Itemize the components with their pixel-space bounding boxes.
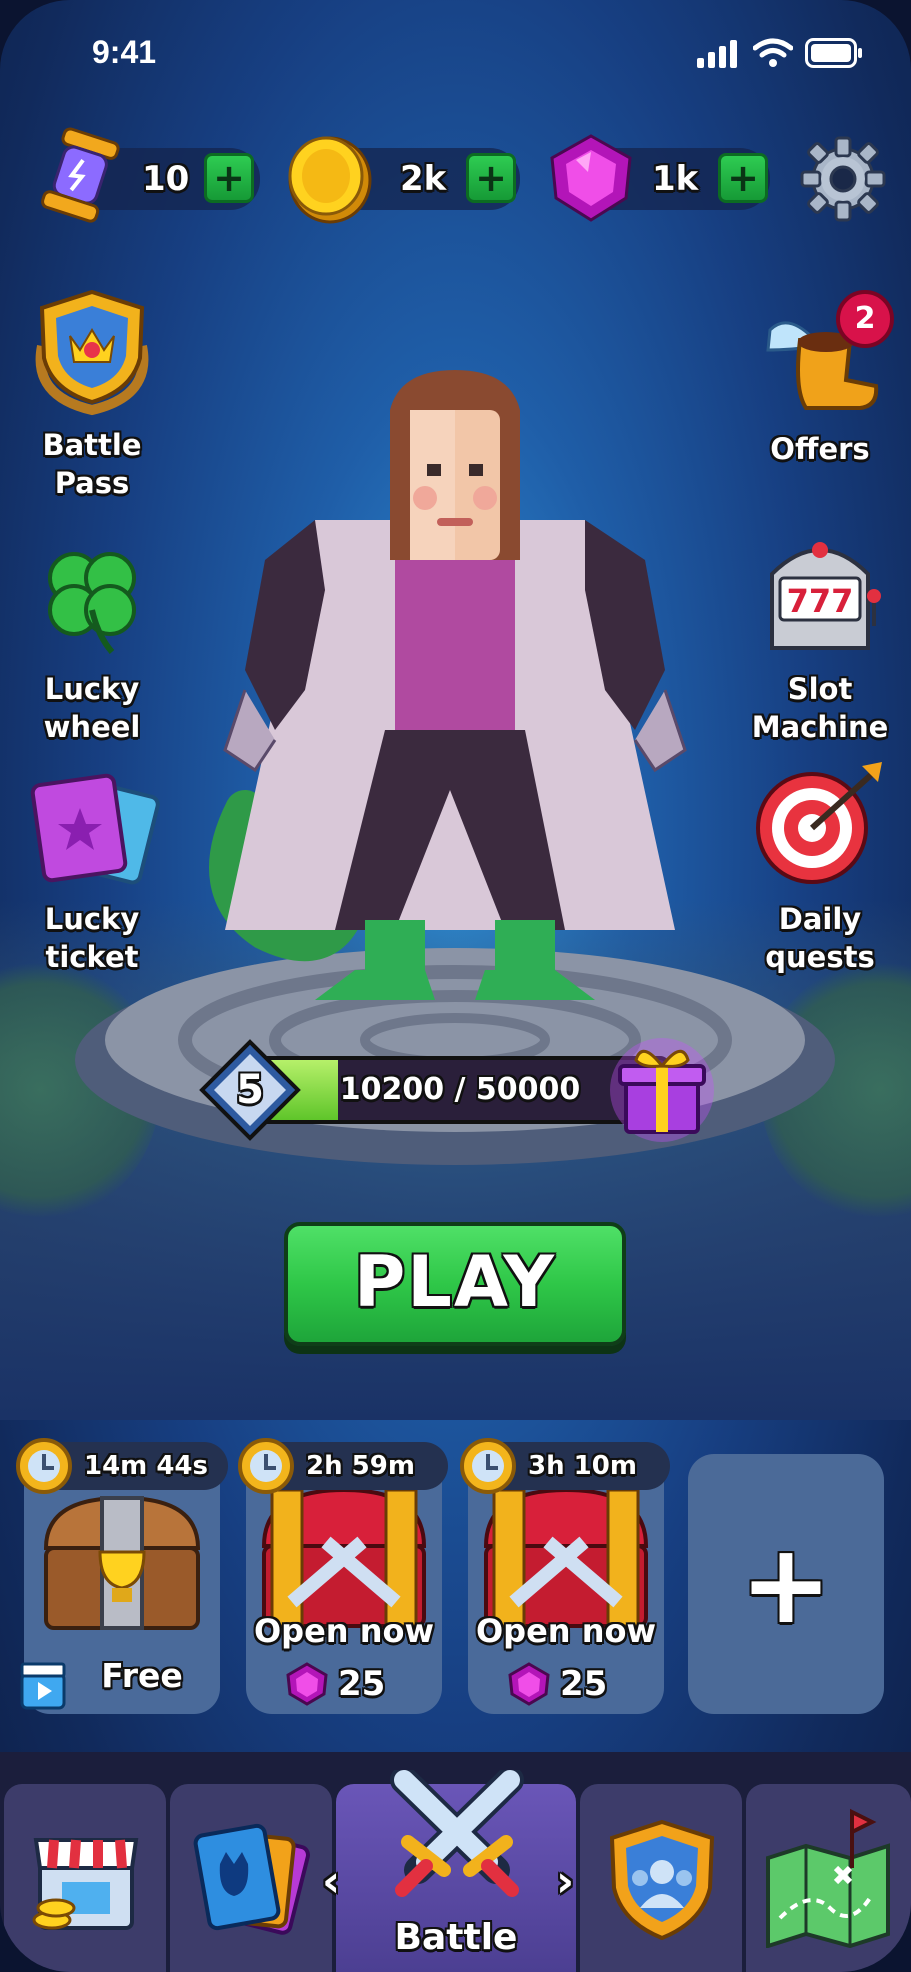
play-label: PLAY xyxy=(353,1241,557,1323)
four-leaf-clover-icon xyxy=(48,552,136,654)
wifi-icon xyxy=(753,38,793,67)
ticket-icon xyxy=(30,773,160,885)
nav-next-arrow[interactable]: › xyxy=(556,1856,574,1907)
lucky-ticket-button[interactable]: Lucky ticket xyxy=(12,770,172,976)
status-time: 9:41 xyxy=(92,34,157,70)
nav-cards[interactable] xyxy=(170,1784,332,1972)
energy-value: 10 xyxy=(142,159,190,199)
gem-icon xyxy=(508,1662,550,1706)
offers-label: Offers xyxy=(770,432,870,466)
nav-prev-arrow[interactable]: ‹ xyxy=(322,1856,340,1907)
coin-icon xyxy=(288,136,372,224)
gem-value: 1k xyxy=(652,159,699,199)
slot-machine-icon: 777 xyxy=(770,542,881,650)
status-icons xyxy=(697,38,863,68)
lucky-ticket-label: Lucky ticket xyxy=(44,902,140,974)
battery-icon xyxy=(805,38,862,68)
add-coins-button[interactable]: + xyxy=(466,153,516,203)
battle-chest-icon xyxy=(483,1487,649,1628)
chest-3-label: Open now xyxy=(475,1612,657,1650)
chest-2-price: 25 xyxy=(286,1662,385,1706)
chest-2-timer-text: 2h 59m xyxy=(306,1451,415,1481)
chest-3-timer-text: 3h 10m xyxy=(528,1451,637,1481)
hero-character xyxy=(209,370,687,1000)
level-number: 5 xyxy=(236,1067,264,1113)
chest-1-timer: 14m 44s xyxy=(16,1438,228,1494)
chest-2-label: Open now xyxy=(253,1612,435,1650)
gem-icon xyxy=(286,1662,328,1706)
shop-icon xyxy=(32,1838,139,1930)
slot-machine-label: Slot Machine xyxy=(751,672,889,744)
add-slot-plus: + xyxy=(739,1520,833,1648)
trophy-chest-icon xyxy=(43,1495,201,1630)
coin-value: 2k xyxy=(400,159,447,199)
video-ad-icon xyxy=(20,1662,66,1710)
battle-pass-button[interactable]: Battle Pass xyxy=(12,286,172,502)
add-energy-button[interactable]: + xyxy=(204,153,254,203)
chest-2-price-value: 25 xyxy=(338,1664,386,1704)
gear-icon[interactable] xyxy=(798,134,888,224)
clan-shield-icon xyxy=(609,1819,715,1941)
chest-3-timer: 3h 10m xyxy=(460,1438,670,1494)
slot-reel: 777 xyxy=(787,582,854,620)
lucky-wheel-button[interactable]: Lucky wheel xyxy=(12,540,172,746)
battle-pass-shield-icon xyxy=(35,289,149,416)
daily-quests-button[interactable]: Daily quests xyxy=(740,760,900,976)
add-chest-slot-button[interactable]: + xyxy=(688,1454,884,1714)
chest-3-price: 25 xyxy=(508,1662,607,1706)
chest-1-timer-text: 14m 44s xyxy=(84,1451,208,1481)
clock-icon xyxy=(16,1438,72,1494)
daily-quests-label: Daily quests xyxy=(765,902,875,974)
crossed-swords-icon xyxy=(390,1770,524,1897)
gem-icon xyxy=(550,134,632,222)
cards-icon xyxy=(193,1823,310,1935)
game-home-screen: 9:41 10 + 2k + 1k + Battle Pass Lucky wh… xyxy=(0,0,911,1972)
target-icon xyxy=(756,762,882,884)
nav-battle-label: Battle xyxy=(394,1917,518,1958)
battle-chest-icon xyxy=(261,1487,427,1628)
gift-icon[interactable] xyxy=(602,1028,722,1148)
chest-1-label: Free xyxy=(101,1656,183,1695)
battle-pass-label: Battle Pass xyxy=(42,428,142,500)
slot-machine-button[interactable]: 777 Slot Machine xyxy=(740,530,900,746)
signal-icon xyxy=(697,40,737,68)
clock-icon xyxy=(238,1438,294,1494)
chest-3-price-value: 25 xyxy=(560,1664,608,1704)
clock-icon xyxy=(460,1438,516,1494)
map-icon xyxy=(766,1808,890,1948)
play-button[interactable]: PLAY xyxy=(284,1222,626,1346)
chest-2-timer: 2h 59m xyxy=(238,1438,448,1494)
offers-badge: 2 xyxy=(836,290,894,348)
nav-clan[interactable] xyxy=(580,1784,742,1972)
add-gems-button[interactable]: + xyxy=(718,153,768,203)
nav-shop[interactable] xyxy=(4,1784,166,1972)
hourglass-icon xyxy=(41,127,120,223)
nav-map[interactable] xyxy=(746,1784,911,1972)
lucky-wheel-label: Lucky wheel xyxy=(43,672,141,744)
